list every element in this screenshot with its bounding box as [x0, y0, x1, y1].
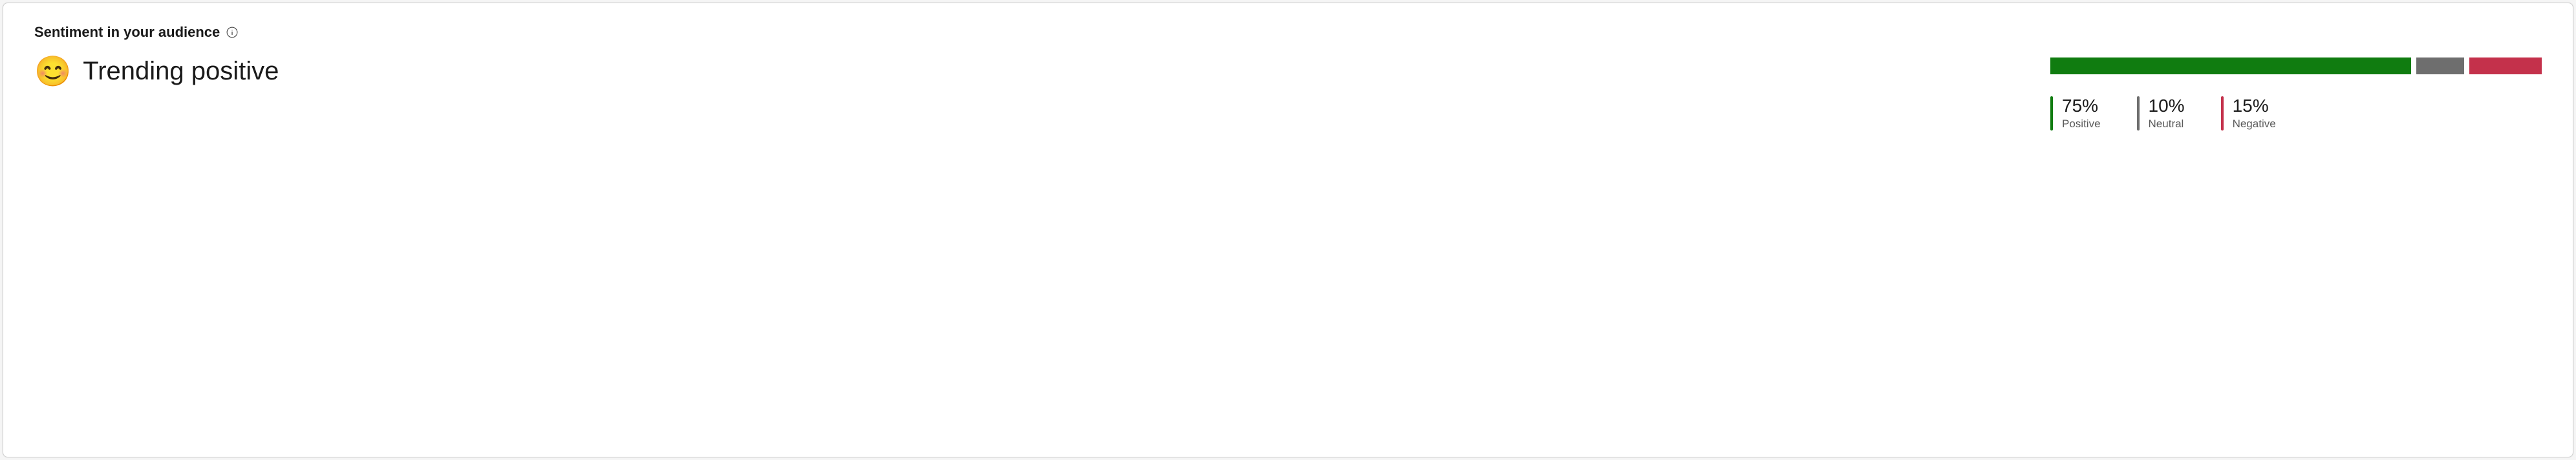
- legend-label-neutral: Neutral: [2149, 118, 2185, 131]
- bar-segment-neutral: [2416, 58, 2464, 74]
- trend-row: 😊 Trending positive: [34, 56, 279, 86]
- sentiment-card: Sentiment in your audience 😊 Trending po…: [3, 3, 2573, 457]
- trend-text: Trending positive: [83, 57, 279, 86]
- card-title: Sentiment in your audience: [34, 24, 220, 41]
- legend-text-positive: 75% Positive: [2062, 96, 2101, 131]
- legend-pct-negative: 15%: [2233, 96, 2276, 116]
- bar-segment-negative: [2469, 58, 2542, 74]
- sentiment-breakdown: 75% Positive 10% Neutral 15% Negative: [2050, 24, 2542, 131]
- legend-stripe-neutral: [2137, 96, 2140, 131]
- legend-text-negative: 15% Negative: [2233, 96, 2276, 131]
- legend-item-negative: 15% Negative: [2221, 96, 2276, 131]
- legend-label-positive: Positive: [2062, 118, 2101, 131]
- legend-pct-neutral: 10%: [2149, 96, 2185, 116]
- legend-stripe-negative: [2221, 96, 2224, 131]
- legend-item-neutral: 10% Neutral: [2137, 96, 2185, 131]
- title-row: Sentiment in your audience: [34, 24, 279, 41]
- legend-text-neutral: 10% Neutral: [2149, 96, 2185, 131]
- legend-label-negative: Negative: [2233, 118, 2276, 131]
- legend: 75% Positive 10% Neutral 15% Negative: [2050, 96, 2542, 131]
- sentiment-bar: [2050, 58, 2542, 74]
- sentiment-summary: Sentiment in your audience 😊 Trending po…: [34, 24, 279, 86]
- legend-pct-positive: 75%: [2062, 96, 2101, 116]
- bar-segment-positive: [2050, 58, 2411, 74]
- legend-stripe-positive: [2050, 96, 2053, 131]
- smile-emoji-icon: 😊: [34, 56, 71, 86]
- legend-item-positive: 75% Positive: [2050, 96, 2101, 131]
- info-icon[interactable]: [226, 26, 238, 38]
